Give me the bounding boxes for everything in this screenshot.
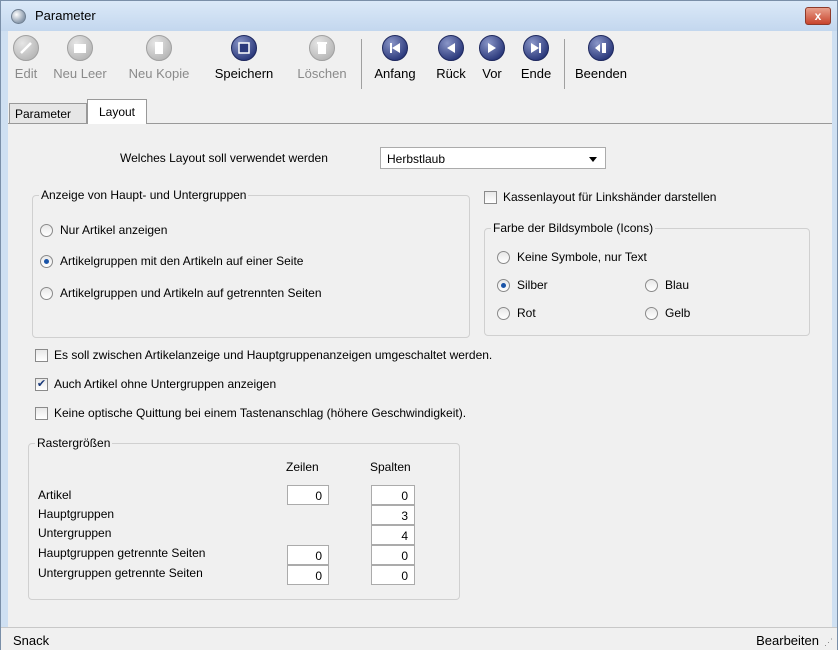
last-record-button[interactable]: Ende — [516, 35, 556, 81]
group-grid-sizes-title: Rastergrößen — [35, 436, 113, 450]
delete-label: Löschen — [297, 66, 347, 81]
close-button[interactable]: x — [805, 7, 831, 25]
radio-gruppen-getrennt[interactable] — [40, 287, 53, 300]
next-record-button[interactable]: Vor — [476, 35, 508, 81]
toolbar-separator — [361, 39, 362, 89]
input-artikel-spalten[interactable]: 0 — [371, 485, 415, 505]
new-copy-button[interactable]: Neu Kopie — [122, 35, 196, 81]
edit-button[interactable]: Edit — [10, 35, 42, 81]
status-bar: Snack Bearbeiten ⋰ — [1, 627, 837, 650]
new-copy-label: Neu Kopie — [128, 66, 190, 81]
toolbar: Edit Neu Leer Neu Kopie Speichern Lösche… — [8, 31, 832, 99]
tab-strip: Parameter Layout — [8, 99, 832, 124]
tab-parameter[interactable]: Parameter — [9, 103, 87, 123]
row-label-untergruppen: Untergruppen — [38, 526, 112, 540]
group-icon-color-title: Farbe der Bildsymbole (Icons) — [491, 221, 656, 235]
layout-select[interactable]: Herbstlaub — [380, 147, 606, 169]
input-hauptgruppen-spalten[interactable]: 3 — [371, 505, 415, 525]
input-artikel-zeilen[interactable]: 0 — [287, 485, 329, 505]
save-label: Speichern — [214, 66, 274, 81]
toolbar-separator — [564, 39, 565, 89]
checkbox-linkshaender[interactable] — [484, 191, 497, 204]
column-header-rows: Zeilen — [286, 460, 319, 474]
resize-grip-icon[interactable]: ⋰ — [824, 637, 833, 648]
new-empty-label: Neu Leer — [53, 66, 107, 81]
radio-nur-artikel-label: Nur Artikel anzeigen — [60, 223, 168, 237]
layout-select-label: Welches Layout soll verwendet werden — [120, 151, 328, 165]
first-record-label: Anfang — [374, 66, 416, 81]
radio-blau[interactable] — [645, 279, 658, 292]
group-display-title: Anzeige von Haupt- und Untergruppen — [39, 188, 249, 202]
exit-door-icon — [588, 35, 614, 61]
radio-silber-label: Silber — [517, 278, 548, 292]
status-action: Bearbeiten — [756, 633, 819, 648]
radio-rot-label: Rot — [517, 306, 536, 320]
layout-panel: Welches Layout soll verwendet werden Her… — [8, 123, 832, 627]
radio-silber[interactable] — [497, 279, 510, 292]
client-area: Edit Neu Leer Neu Kopie Speichern Lösche… — [8, 31, 832, 627]
edit-label: Edit — [14, 66, 38, 81]
checkbox-umschalten-label: Es soll zwischen Artikelanzeige und Haup… — [54, 348, 493, 362]
input-untergruppen-getrennt-spalten[interactable]: 0 — [371, 565, 415, 585]
layout-select-value: Herbstlaub — [387, 152, 446, 166]
first-record-button[interactable]: Anfang — [366, 35, 424, 81]
radio-gelb-label: Gelb — [665, 306, 691, 320]
delete-button[interactable]: Löschen — [290, 35, 354, 81]
previous-icon — [438, 35, 464, 61]
row-label-artikel: Artikel — [38, 488, 72, 502]
window-title: Parameter — [35, 8, 96, 23]
status-mode: Snack — [13, 633, 50, 648]
skip-last-icon — [523, 35, 549, 61]
previous-record-button[interactable]: Rück — [432, 35, 470, 81]
title-bar[interactable]: Parameter x — [1, 1, 837, 31]
radio-keine-symbole-label: Keine Symbole, nur Text — [517, 250, 647, 264]
radio-keine-symbole[interactable] — [497, 251, 510, 264]
checkbox-umschalten[interactable] — [35, 349, 48, 362]
radio-blau-label: Blau — [665, 278, 690, 292]
pencil-icon — [13, 35, 39, 61]
column-header-columns: Spalten — [370, 460, 411, 474]
row-label-untergruppen-getrennt: Untergruppen getrennte Seiten — [38, 566, 203, 580]
checkbox-keine-quittung-label: Keine optische Quittung bei einem Tasten… — [54, 406, 467, 420]
radio-rot[interactable] — [497, 307, 510, 320]
input-untergruppen-spalten[interactable]: 4 — [371, 525, 415, 545]
chevron-down-icon — [589, 157, 597, 162]
next-record-label: Vor — [482, 66, 502, 81]
row-label-hauptgruppen-getrennt: Hauptgruppen getrennte Seiten — [38, 546, 206, 560]
radio-gelb[interactable] — [645, 307, 658, 320]
save-icon — [231, 35, 257, 61]
checkbox-ohne-untergruppen[interactable]: ✔ — [35, 378, 48, 391]
tab-layout[interactable]: Layout — [87, 99, 147, 124]
trash-icon — [309, 35, 335, 61]
input-hauptgruppen-getrennt-spalten[interactable]: 0 — [371, 545, 415, 565]
new-empty-button[interactable]: Neu Leer — [48, 35, 112, 81]
new-folder-icon — [67, 35, 93, 61]
exit-button[interactable]: Beenden — [570, 35, 632, 81]
last-record-label: Ende — [520, 66, 552, 81]
checkbox-keine-quittung[interactable] — [35, 407, 48, 420]
parameter-window: Parameter x Edit Neu Leer Neu Kopie Spei… — [0, 0, 838, 650]
copy-icon — [146, 35, 172, 61]
exit-label: Beenden — [574, 66, 628, 81]
radio-nur-artikel[interactable] — [40, 224, 53, 237]
app-icon — [11, 9, 26, 24]
radio-gruppen-eine-seite[interactable] — [40, 255, 53, 268]
input-untergruppen-getrennt-zeilen[interactable]: 0 — [287, 565, 329, 585]
save-button[interactable]: Speichern — [206, 35, 282, 81]
input-hauptgruppen-getrennt-zeilen[interactable]: 0 — [287, 545, 329, 565]
radio-gruppen-eine-seite-label: Artikelgruppen mit den Artikeln auf eine… — [60, 254, 304, 268]
previous-record-label: Rück — [436, 66, 466, 81]
checkbox-ohne-untergruppen-label: Auch Artikel ohne Untergruppen anzeigen — [54, 377, 277, 391]
row-label-hauptgruppen: Hauptgruppen — [38, 507, 115, 521]
skip-first-icon — [382, 35, 408, 61]
checkbox-linkshaender-label: Kassenlayout für Linkshänder darstellen — [503, 190, 717, 204]
next-icon — [479, 35, 505, 61]
radio-gruppen-getrennt-label: Artikelgruppen und Artikeln auf getrennt… — [60, 286, 322, 300]
